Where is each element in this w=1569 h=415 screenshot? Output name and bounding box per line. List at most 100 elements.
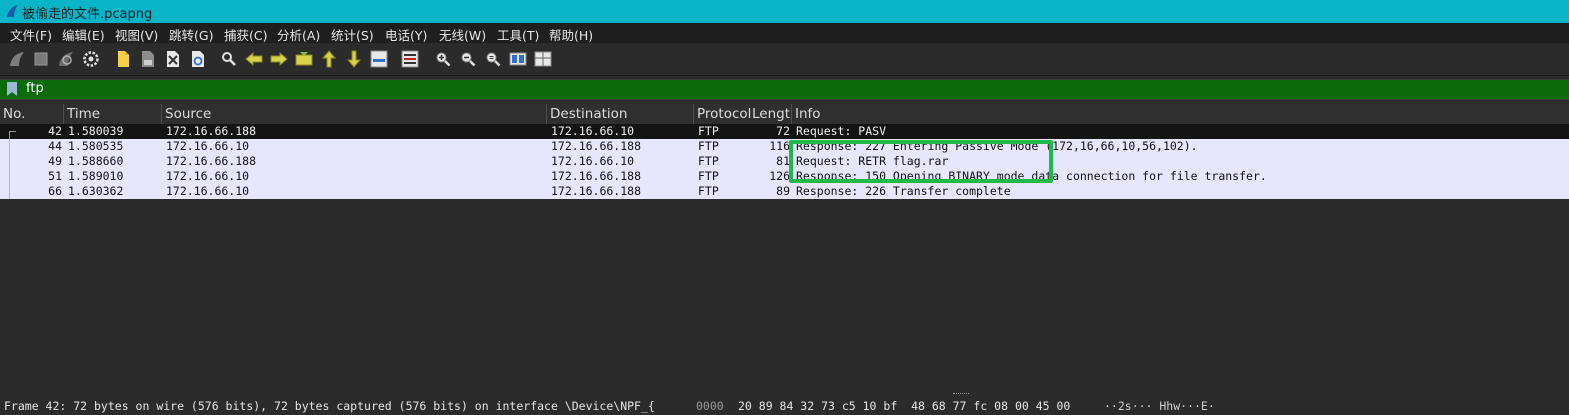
conversation-bracket <box>9 169 10 184</box>
main-toolbar <box>0 43 1569 76</box>
packet-length: 72 <box>776 124 790 138</box>
packet-source: 172.16.66.10 <box>166 184 250 198</box>
packet-source: 172.16.66.188 <box>166 124 257 138</box>
packet-protocol: FTP <box>698 184 719 198</box>
column-destination[interactable]: Destination <box>550 106 627 122</box>
menu-tools[interactable]: 工具(T) <box>497 25 539 44</box>
packet-row[interactable]: 49 1.588660 172.16.66.188 172.16.66.10 F… <box>0 154 1569 169</box>
go-forward-icon[interactable] <box>268 48 290 70</box>
resize-columns-icon[interactable] <box>507 48 529 70</box>
packet-info: Request: PASV <box>796 124 887 138</box>
options-gear-icon[interactable] <box>80 48 102 70</box>
menu-go[interactable]: 跳转(G) <box>169 25 213 44</box>
column-length[interactable]: Lengtl <box>752 106 790 122</box>
annotation-highlight-box <box>789 140 1053 183</box>
shark-start-icon[interactable] <box>6 48 28 70</box>
packet-length: 126 <box>769 169 790 183</box>
packet-no: 51 <box>48 169 62 183</box>
packet-destination: 172.16.66.10 <box>551 124 635 138</box>
go-back-icon[interactable] <box>243 48 265 70</box>
packet-source: 172.16.66.10 <box>166 139 250 153</box>
packet-length: 89 <box>776 184 790 198</box>
conversation-bracket <box>9 184 10 199</box>
conversation-bracket <box>9 154 10 169</box>
last-packet-icon[interactable] <box>343 48 365 70</box>
window-titlebar: 被偷走的文件.pcapng <box>0 0 1569 23</box>
normal-size-icon[interactable] <box>482 48 504 70</box>
packet-destination: 172.16.66.188 <box>551 139 642 153</box>
menu-view[interactable]: 视图(V) <box>115 25 158 44</box>
packet-row[interactable]: 44 1.580535 172.16.66.10 172.16.66.188 F… <box>0 139 1569 154</box>
layout-icon[interactable] <box>532 48 554 70</box>
menu-bar: 文件(F) 编辑(E) 视图(V) 跳转(G) 捕获(C) 分析(A) 统计(S… <box>0 23 1569 43</box>
packet-source: 172.16.66.188 <box>166 154 257 168</box>
packet-protocol: FTP <box>698 124 719 138</box>
column-protocol[interactable]: Protocol <box>697 106 751 122</box>
packet-source: 172.16.66.10 <box>166 169 250 183</box>
packet-list: 42 1.580039 172.16.66.188 172.16.66.10 F… <box>0 124 1569 390</box>
reload-icon[interactable] <box>187 48 209 70</box>
hex-ascii[interactable]: ··2s··· Hhw···E· <box>1104 399 1215 413</box>
packet-time: 1.580535 <box>68 139 124 153</box>
save-file-icon[interactable] <box>137 48 159 70</box>
pane-splitter-handle[interactable] <box>953 393 969 396</box>
packet-destination: 172.16.66.188 <box>551 169 642 183</box>
bottom-status-bar: Frame 42: 72 bytes on wire (576 bits), 7… <box>0 398 1569 415</box>
packet-row[interactable]: 66 1.630362 172.16.66.10 172.16.66.188 F… <box>0 184 1569 199</box>
restart-icon[interactable] <box>55 48 77 70</box>
packet-row[interactable]: 51 1.589010 172.16.66.10 172.16.66.188 F… <box>0 169 1569 184</box>
menu-telephony[interactable]: 电话(Y) <box>385 25 427 44</box>
display-filter-bar: ftp <box>0 79 1569 100</box>
packet-length: 116 <box>769 139 790 153</box>
packet-row[interactable]: 42 1.580039 172.16.66.188 172.16.66.10 F… <box>0 124 1569 140</box>
packet-no: 49 <box>48 154 62 168</box>
menu-edit[interactable]: 编辑(E) <box>62 25 105 44</box>
column-separator[interactable] <box>63 104 64 124</box>
packet-protocol: FTP <box>698 154 719 168</box>
column-separator[interactable] <box>791 104 792 124</box>
column-no[interactable]: No. <box>3 106 25 122</box>
packet-list-header: No. Time Source Destination Protocol Len… <box>0 104 1569 125</box>
packet-time: 1.580039 <box>68 124 124 138</box>
zoom-out-icon[interactable] <box>457 48 479 70</box>
menu-wireless[interactable]: 无线(W) <box>439 25 486 44</box>
window-title: 被偷走的文件.pcapng <box>22 7 153 22</box>
hex-offset: 0000 <box>696 399 724 413</box>
close-file-icon[interactable] <box>162 48 184 70</box>
packet-time: 1.630362 <box>68 184 124 198</box>
column-separator[interactable] <box>161 104 162 124</box>
packet-length: 81 <box>776 154 790 168</box>
packet-protocol: FTP <box>698 169 719 183</box>
menu-help[interactable]: 帮助(H) <box>549 25 593 44</box>
hex-bytes[interactable]: 20 89 84 32 73 c5 10 bf 48 68 77 fc 08 0… <box>738 399 1070 413</box>
column-info[interactable]: Info <box>795 106 821 122</box>
packet-time: 1.589010 <box>68 169 124 183</box>
conversation-bracket <box>9 139 10 154</box>
column-time[interactable]: Time <box>67 106 100 122</box>
open-file-icon[interactable] <box>112 48 134 70</box>
first-packet-icon[interactable] <box>318 48 340 70</box>
menu-analyze[interactable]: 分析(A) <box>277 25 320 44</box>
filter-bookmark-icon[interactable] <box>7 82 17 96</box>
find-packet-icon[interactable] <box>218 48 240 70</box>
packet-destination: 172.16.66.188 <box>551 184 642 198</box>
display-filter-input[interactable]: ftp <box>26 81 44 96</box>
menu-statistics[interactable]: 统计(S) <box>331 25 374 44</box>
stop-icon[interactable] <box>30 48 52 70</box>
packet-time: 1.588660 <box>68 154 124 168</box>
column-source[interactable]: Source <box>165 106 211 122</box>
column-separator[interactable] <box>693 104 694 124</box>
menu-file[interactable]: 文件(F) <box>10 25 52 44</box>
packet-no: 42 <box>48 124 62 138</box>
colorize-icon[interactable] <box>399 48 421 70</box>
packet-protocol: FTP <box>698 139 719 153</box>
zoom-in-icon[interactable] <box>432 48 454 70</box>
packet-info: Response: 226 Transfer complete <box>796 184 1011 198</box>
menu-capture[interactable]: 捕获(C) <box>224 25 267 44</box>
go-to-packet-icon[interactable] <box>293 48 315 70</box>
column-separator[interactable] <box>546 104 547 124</box>
packet-no: 44 <box>48 139 62 153</box>
frame-details-summary[interactable]: Frame 42: 72 bytes on wire (576 bits), 7… <box>4 399 684 413</box>
autoscroll-icon[interactable] <box>368 48 390 70</box>
wireshark-fin-icon <box>7 5 18 17</box>
